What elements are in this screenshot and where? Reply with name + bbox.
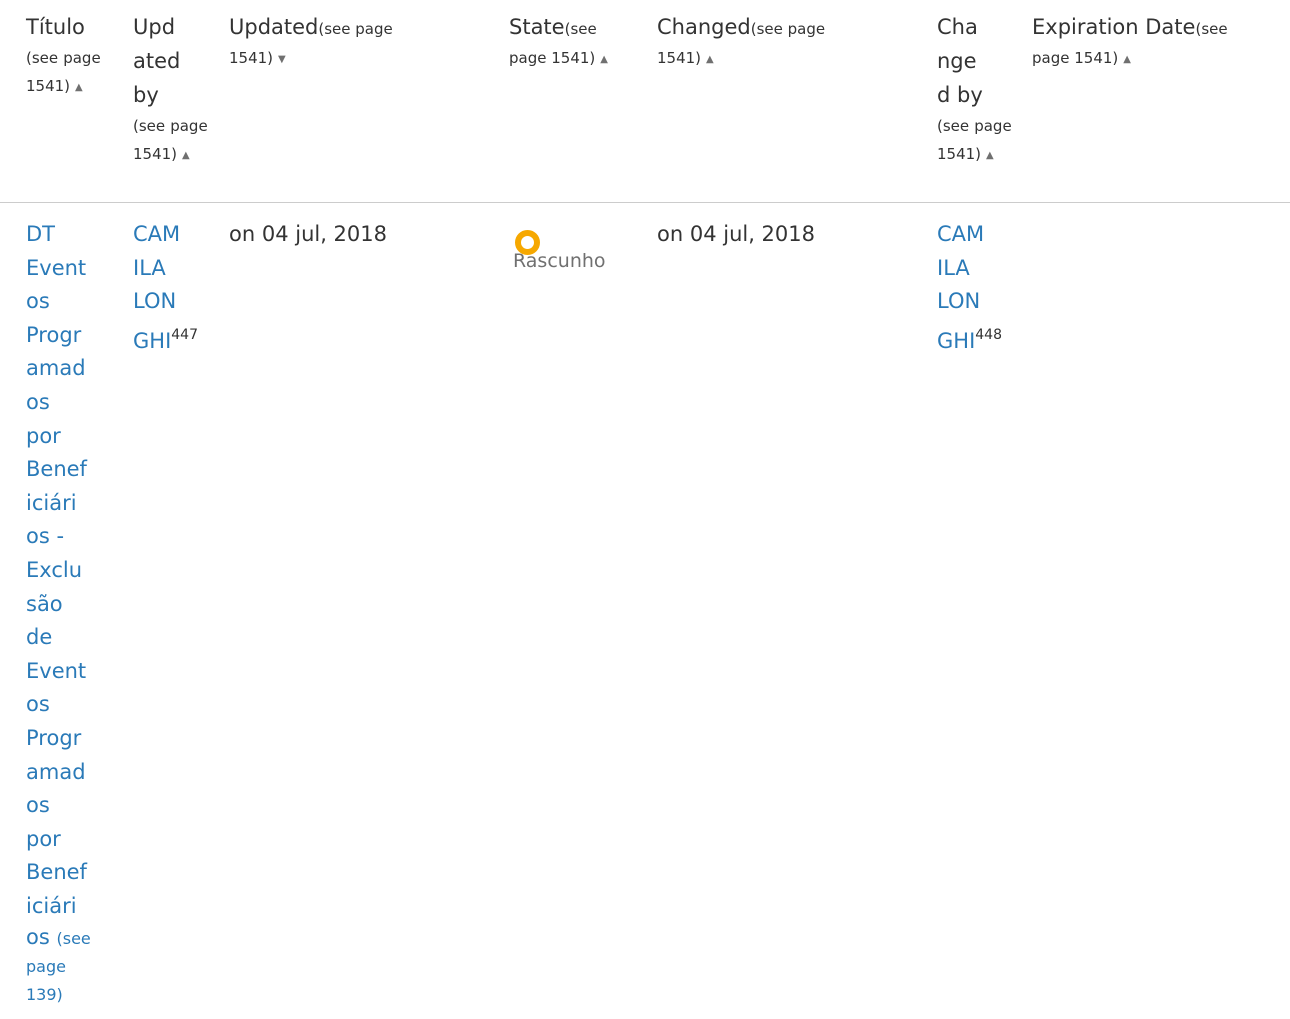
column-header-expiration-date[interactable]: Expiration Date(see page 1541) ▲ [1032, 10, 1282, 72]
footnote-number: 447 [171, 326, 198, 343]
user-link[interactable]: GHI [133, 329, 171, 353]
sort-ascending-icon[interactable]: ▲ [1123, 54, 1131, 66]
column-header-titulo[interactable]: Título (see page 1541) ▲ [26, 10, 116, 100]
column-ref-line: (see [564, 20, 597, 38]
title-line[interactable]: Exclu [26, 554, 106, 588]
column-ref-line: (see page [750, 20, 826, 38]
footnote-number: 448 [975, 326, 1002, 343]
column-title: State [509, 15, 565, 39]
column-ref-line: 1541) [133, 145, 178, 163]
column-title: Expiration Date [1032, 15, 1196, 39]
title-line[interactable]: Progr [26, 722, 106, 756]
title-line[interactable]: de [26, 621, 106, 655]
column-header-changed[interactable]: Changed(see page 1541) ▲ [657, 10, 927, 72]
title-page-ref[interactable]: page [26, 953, 106, 981]
column-header-state[interactable]: State(see page 1541) ▲ [509, 10, 649, 72]
content-report-table: Título (see page 1541) ▲ Upd ated by (see… [0, 0, 1290, 1004]
title-line[interactable]: os [26, 789, 106, 823]
sort-descending-icon[interactable]: ▼ [278, 54, 286, 66]
title-line[interactable]: os [26, 285, 106, 319]
column-ref-line: 1541) [26, 77, 71, 95]
column-ref-line: 1541) [937, 145, 982, 163]
column-ref-line: 1541) [229, 49, 274, 67]
column-ref-line: page [974, 117, 1012, 135]
column-ref-line: (see [26, 49, 59, 67]
title-line[interactable]: amad [26, 352, 106, 386]
column-title: Changed [657, 15, 751, 39]
column-ref-line: page [63, 49, 101, 67]
column-ref-line: (see [937, 117, 970, 135]
title-line[interactable]: os [26, 925, 50, 949]
title-line[interactable]: Benef [26, 856, 106, 890]
column-title: ated [133, 49, 181, 73]
title-line[interactable]: os [26, 386, 106, 420]
column-header-changed-by[interactable]: Cha nge d by (see page 1541) ▲ [937, 10, 1022, 168]
column-ref-line: 1541) [657, 49, 702, 67]
user-link[interactable]: LON [133, 285, 213, 319]
column-header-updated[interactable]: Updated(see page 1541) ▼ [229, 10, 499, 72]
page-title-link[interactable]: DT Event os Progr amad os por Benef iciá… [26, 218, 106, 1009]
title-line[interactable]: são [26, 588, 106, 622]
sort-ascending-icon[interactable]: ▲ [706, 54, 714, 66]
title-line[interactable]: Event [26, 252, 106, 286]
column-ref-line: (see [1195, 20, 1228, 38]
user-link[interactable]: ILA [133, 252, 213, 286]
user-link[interactable]: GHI [937, 329, 975, 353]
column-ref-line: (see page [318, 20, 393, 38]
column-title: Título [26, 15, 85, 39]
user-link[interactable]: LON [937, 285, 1022, 319]
user-link[interactable]: CAM [133, 218, 213, 252]
sort-ascending-icon[interactable]: ▲ [75, 82, 83, 94]
column-ref-line: page [170, 117, 208, 135]
column-title: nge [937, 49, 977, 73]
title-line[interactable]: Benef [26, 453, 106, 487]
title-line[interactable]: por [26, 823, 106, 857]
sort-ascending-icon[interactable]: ▲ [182, 150, 190, 162]
column-ref-line: (see [133, 117, 166, 135]
column-title: Updated [229, 15, 319, 39]
title-page-ref[interactable]: 139) [26, 981, 106, 1009]
updated-date-cell: on 04 jul, 2018 [229, 222, 388, 246]
column-header-updated-by[interactable]: Upd ated by (see page 1541) ▲ [133, 10, 213, 168]
title-line[interactable]: DT [26, 218, 106, 252]
column-ref-line: page 1541) [1032, 49, 1119, 67]
title-line[interactable]: amad [26, 756, 106, 790]
title-line[interactable]: os - [26, 520, 106, 554]
column-title: Cha [937, 15, 978, 39]
user-link[interactable]: ILA [937, 252, 1022, 286]
title-line[interactable]: Event [26, 655, 106, 689]
sort-ascending-icon[interactable]: ▲ [600, 54, 608, 66]
title-line[interactable]: por [26, 420, 106, 454]
state-label: Rascunho [513, 250, 606, 272]
title-line[interactable]: os [26, 688, 106, 722]
title-line[interactable]: iciári [26, 890, 106, 924]
changed-date-cell: on 04 jul, 2018 [657, 222, 816, 246]
title-line[interactable]: Progr [26, 319, 106, 353]
updated-by-cell: CAM ILA LON GHI447 [133, 218, 213, 358]
changed-by-cell: CAM ILA LON GHI448 [937, 218, 1022, 358]
column-title: Upd [133, 15, 176, 39]
column-title: by [133, 83, 159, 107]
user-link[interactable]: CAM [937, 218, 1022, 252]
title-line[interactable]: iciári [26, 487, 106, 521]
column-title: d by [937, 83, 983, 107]
title-page-ref[interactable]: (see [56, 929, 90, 948]
table-header-row: Título (see page 1541) ▲ Upd ated by (see… [0, 0, 1290, 203]
column-ref-line: page 1541) [509, 49, 596, 67]
sort-ascending-icon[interactable]: ▲ [986, 150, 994, 162]
